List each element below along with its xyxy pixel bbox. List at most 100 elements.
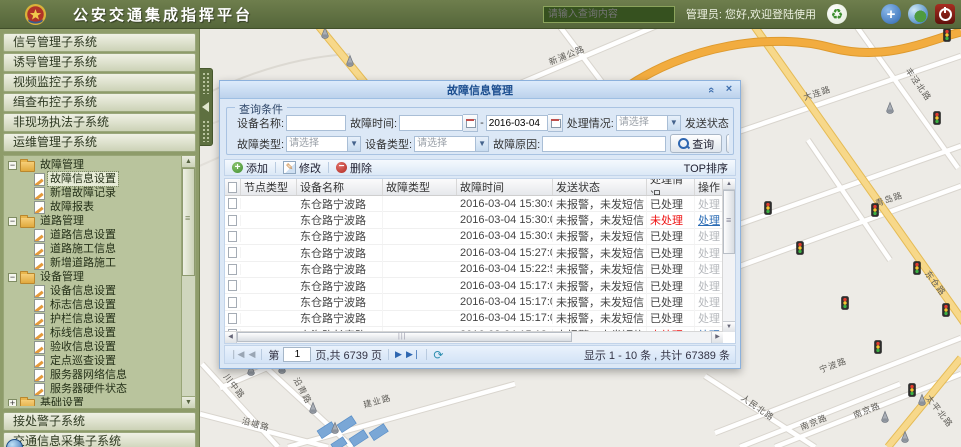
device-type-select[interactable]: 请选择 ▼ [414, 136, 489, 152]
tree-node[interactable]: −设备管理 [6, 270, 180, 284]
add-button[interactable]: + 添加 [225, 160, 275, 176]
handle-link[interactable]: 处理 [698, 297, 720, 309]
traffic-light-icon[interactable] [797, 242, 804, 255]
scroll-up-icon[interactable]: ▲ [182, 156, 195, 168]
column-header[interactable]: 设备名称 [297, 179, 383, 195]
tree-node[interactable]: 新增道路施工 [6, 256, 180, 270]
sidebar-item[interactable]: 运维管理子系统 [3, 133, 196, 152]
tree-node[interactable]: 标线信息设置 [6, 326, 180, 340]
delete-button[interactable]: − 删除 [329, 160, 379, 176]
calendar-icon[interactable] [463, 114, 478, 132]
map-tiles-icon[interactable] [854, 4, 874, 24]
column-header[interactable]: 节点类型 [241, 179, 297, 195]
handle-link[interactable]: 处理 [698, 231, 720, 243]
traffic-light-icon[interactable] [872, 204, 879, 217]
tree-node[interactable]: −道路管理 [6, 214, 180, 228]
collapse-toggle-icon[interactable]: − [8, 217, 17, 226]
row-checkbox[interactable] [228, 215, 237, 226]
sidebar-item[interactable]: 诱导管理子系统 [3, 53, 196, 72]
handle-status-select[interactable]: 请选择 ▼ [616, 115, 681, 131]
traffic-light-icon[interactable] [842, 297, 849, 310]
plus-icon[interactable]: + [881, 4, 901, 24]
fault-time-from-input[interactable] [399, 115, 463, 131]
close-icon[interactable]: × [722, 82, 736, 96]
fault-reason-input[interactable] [542, 136, 666, 152]
fault-type-select[interactable]: 请选择 ▼ [286, 136, 361, 152]
tree-node[interactable]: 护栏信息设置 [6, 312, 180, 326]
sidebar-item[interactable]: 缉查布控子系统 [3, 93, 196, 112]
handle-link[interactable]: 处理 [698, 215, 720, 227]
camera-icon[interactable] [882, 412, 889, 423]
scroll-down-icon[interactable]: ▼ [182, 396, 195, 408]
tree-scrollbar[interactable]: ▲ ▼ [181, 156, 195, 408]
table-row[interactable]: 东仓路宁波路2016-03-04 15:30:00未报警，未发短信已处理处理 [225, 196, 723, 212]
tree-node[interactable]: 服务器硬件状态 [6, 382, 180, 396]
table-row[interactable]: 东仓路宁波路2016-03-04 15:17:01未报警，未发短信已处理处理 [225, 311, 723, 327]
power-icon[interactable] [935, 4, 955, 24]
tree-node[interactable]: +基础设置 [6, 396, 180, 406]
recycle-icon[interactable]: ♻ [827, 4, 847, 24]
traffic-light-icon[interactable] [909, 384, 916, 397]
prev-page-icon[interactable]: ◀ [248, 346, 255, 363]
sidebar-item[interactable]: 交通信息采集子系统 [3, 432, 196, 447]
column-header[interactable]: 处理情况 [647, 179, 695, 195]
sidebar-item[interactable]: 信号管理子系统 [3, 33, 196, 52]
row-checkbox[interactable] [228, 231, 237, 242]
tree-node[interactable]: 道路信息设置 [6, 228, 180, 242]
query-button[interactable]: 查询 [670, 134, 722, 153]
scroll-left-icon[interactable]: ◀ [225, 332, 237, 343]
row-checkbox[interactable] [228, 198, 237, 209]
collapse-toggle-icon[interactable]: − [8, 273, 17, 282]
tree-node[interactable]: 新增故障记录 [6, 186, 180, 200]
handle-link[interactable]: 处理 [698, 313, 720, 325]
chevron-down-icon[interactable]: ▼ [668, 115, 681, 131]
clear-button[interactable]: ↻ 清除 [726, 134, 729, 153]
table-row[interactable]: 东仓路宁波路2016-03-04 15:30:00未报警，未发短信已处理处理 [225, 229, 723, 245]
camera-icon[interactable] [310, 403, 317, 414]
fault-time-to-input[interactable] [486, 115, 548, 131]
handle-link[interactable]: 处理 [698, 264, 720, 276]
sidebar-item[interactable]: 视频监控子系统 [3, 73, 196, 92]
scroll-up-icon[interactable]: ▲ [723, 179, 735, 190]
row-checkbox[interactable] [228, 247, 237, 258]
row-checkbox[interactable] [228, 264, 237, 275]
column-header[interactable]: 故障时间 [457, 179, 553, 195]
globe-icon[interactable] [908, 4, 928, 24]
calendar-icon[interactable] [548, 114, 563, 132]
tree-node[interactable]: 验收信息设置 [6, 340, 180, 354]
traffic-light-icon[interactable] [944, 29, 951, 42]
tree-node[interactable]: 故障信息设置 [6, 172, 180, 186]
refresh-icon[interactable]: ⟳ [433, 348, 443, 362]
row-checkbox[interactable] [228, 280, 237, 291]
chevron-down-icon[interactable]: ▼ [348, 136, 361, 152]
scroll-thumb[interactable] [182, 168, 195, 276]
handle-link[interactable]: 处理 [698, 199, 720, 211]
edit-button[interactable]: ✎ 修改 [276, 160, 328, 176]
sidebar-collapse-handle[interactable] [200, 68, 213, 146]
chevron-down-icon[interactable]: ▼ [476, 136, 489, 152]
tree-node[interactable]: 定点巡查设置 [6, 354, 180, 368]
tree-node[interactable]: 标志信息设置 [6, 298, 180, 312]
column-header[interactable]: 故障类型 [383, 179, 457, 195]
handle-link[interactable]: 处理 [698, 281, 720, 293]
grid-vertical-scrollbar[interactable]: ▲ ▼ [722, 179, 735, 332]
collapse-toggle-icon[interactable]: − [8, 161, 17, 170]
top-sort-label[interactable]: TOP排序 [684, 160, 735, 176]
collapse-icon[interactable]: « [704, 82, 718, 96]
select-all-checkbox[interactable] [228, 182, 237, 193]
column-header[interactable]: 发送状态 [553, 179, 647, 195]
page-number-input[interactable] [283, 347, 311, 362]
row-checkbox[interactable] [228, 313, 237, 324]
table-row[interactable]: 东仓路宁波路2016-03-04 15:17:01未报警，未发短信已处理处理 [225, 294, 723, 310]
tree-node[interactable]: 道路施工信息 [6, 242, 180, 256]
handle-link[interactable]: 处理 [698, 248, 720, 260]
traffic-light-icon[interactable] [934, 112, 941, 125]
tree-node[interactable]: 故障报表 [6, 200, 180, 214]
camera-icon[interactable] [887, 103, 894, 114]
scroll-thumb[interactable] [237, 332, 572, 342]
scroll-down-icon[interactable]: ▼ [723, 321, 735, 332]
table-row[interactable]: 东仓路宁波路2016-03-04 15:30:00未报警，未发短信未处理处理 [225, 212, 723, 228]
row-checkbox[interactable] [228, 297, 237, 308]
table-row[interactable]: 东仓路宁波路2016-03-04 15:22:50未报警，未发短信已处理处理 [225, 262, 723, 278]
traffic-light-icon[interactable] [914, 262, 921, 275]
